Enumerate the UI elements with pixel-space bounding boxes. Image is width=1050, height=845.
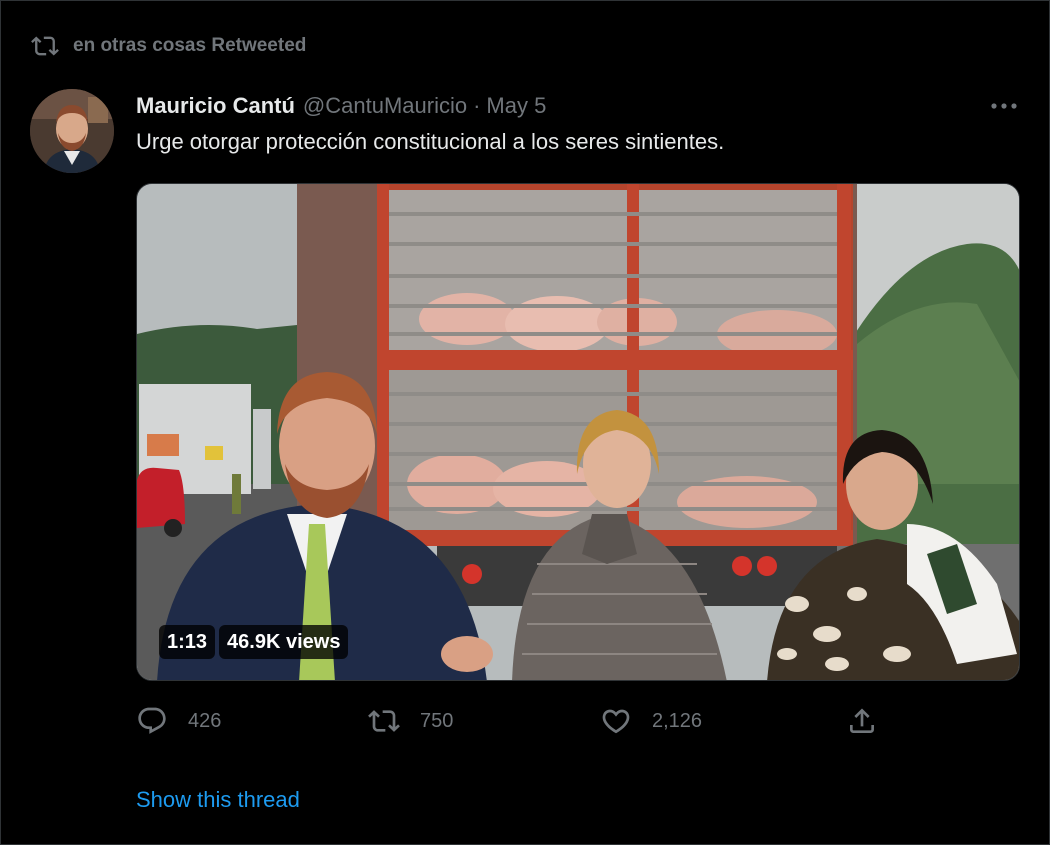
video-duration: 1:13 [159,625,216,659]
more-icon [991,103,1017,109]
header-separator: · [473,93,481,118]
retweet-icon [31,32,59,60]
share-button[interactable] [846,701,878,741]
tweet-card[interactable]: en otras cosas Retweeted Mauricio Cantú … [0,0,1050,845]
reply-count: 426 [188,709,222,732]
author-handle[interactable]: @CantuMauricio [303,93,467,119]
author-name[interactable]: Mauricio Cantú [136,93,295,119]
tweet-header: Mauricio Cantú @CantuMauricio · May 5 [136,90,546,122]
reply-icon [138,707,166,734]
tweet-actions: 426 750 2,126 [136,701,896,741]
like-button[interactable]: 2,126 [600,701,702,741]
video-player[interactable]: 1:13 46.9K views [136,183,1020,681]
more-options-button[interactable] [987,93,1021,119]
video-badges: 1:13 46.9K views [159,625,349,659]
heart-icon [602,709,630,734]
tweet-date[interactable]: May 5 [486,93,546,119]
author-avatar[interactable] [30,89,114,173]
social-context[interactable]: en otras cosas Retweeted [31,31,306,61]
like-count: 2,126 [652,709,703,732]
tweet-text: Urge otorgar protección constitucional a… [136,129,725,154]
retweet-count: 750 [420,709,454,732]
video-views: 46.9K views [219,625,349,659]
share-icon [850,708,874,733]
video-thumbnail [137,184,1019,680]
retweet-icon [368,710,400,732]
retweet-button[interactable]: 750 [368,701,453,741]
show-thread-link[interactable]: Show this thread [136,787,300,813]
reply-button[interactable]: 426 [136,701,221,741]
social-context-text: en otras cosas Retweeted [73,35,307,56]
